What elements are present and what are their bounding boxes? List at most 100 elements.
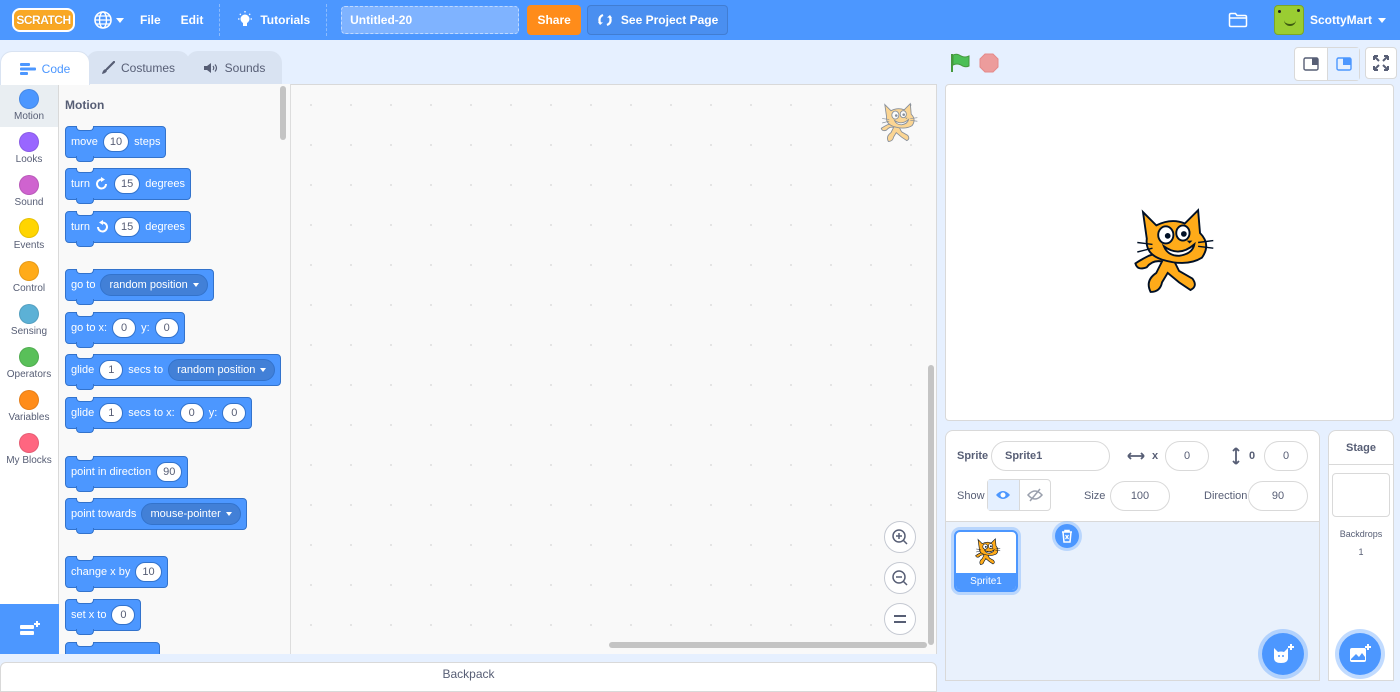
folder-icon[interactable] (1228, 12, 1248, 28)
category-motion[interactable]: Motion (0, 84, 58, 127)
language-menu[interactable] (87, 0, 130, 40)
tutorials-button[interactable]: Tutorials (226, 0, 320, 40)
block-change-x-by[interactable]: change x by 10 (65, 556, 168, 592)
sprite-info-panel: Sprite Sprite1 x 0 0 0 Show Size 100 Dir… (945, 430, 1320, 522)
backpack[interactable]: Backpack (0, 662, 937, 692)
category-sound[interactable]: Sound (0, 170, 58, 213)
tab-sounds[interactable]: Sounds (186, 51, 282, 84)
backdrops-label: Backdrops (1339, 529, 1383, 539)
hide-sprite-button[interactable] (1018, 480, 1050, 510)
stage-panel-title: Stage (1329, 431, 1393, 465)
stage-canvas[interactable] (945, 84, 1394, 421)
block-text: change x by (71, 566, 131, 578)
project-title-input[interactable]: Untitled-20 (341, 6, 520, 34)
green-flag-icon[interactable] (949, 52, 971, 74)
block-point-towards[interactable]: point towards mouse-pointer (65, 498, 247, 534)
menu-divider (219, 4, 221, 36)
username-menu[interactable]: ScottyMart (1304, 0, 1378, 40)
sprite-cat-on-stage[interactable] (1124, 203, 1219, 301)
category-events[interactable]: Events (0, 213, 58, 256)
tab-code-label: Code (41, 61, 71, 76)
category-sensing[interactable]: Sensing (0, 299, 58, 342)
remix-arrows-icon (597, 13, 612, 27)
size-input[interactable]: 100 (1110, 481, 1170, 511)
add-backdrop-icon (1350, 644, 1371, 662)
dropdown-value: mouse-pointer (150, 508, 221, 520)
category-label: Motion (13, 111, 44, 122)
category-operators[interactable]: Operators (0, 342, 58, 385)
fullscreen-button[interactable] (1365, 47, 1397, 79)
block-dropdown[interactable]: random position (168, 359, 276, 381)
category-dot-events (19, 218, 39, 238)
block-palette: Motion move 10 steps turn 15 degrees tur… (59, 84, 291, 654)
sprite-tile[interactable]: Sprite1 (954, 530, 1018, 592)
stop-icon[interactable] (979, 53, 999, 73)
block-move-steps[interactable]: move 10 steps (65, 126, 167, 162)
block-glide-to[interactable]: glide 1 secs to random position (65, 354, 282, 390)
palette-scrollbar[interactable] (280, 86, 286, 140)
rotate-clockwise-icon (96, 177, 107, 190)
block-partial[interactable] (65, 642, 160, 654)
direction-input[interactable]: 90 (1248, 481, 1308, 511)
code-workspace[interactable] (291, 84, 937, 654)
block-input[interactable]: 1 (99, 403, 124, 423)
block-input[interactable]: 90 (156, 462, 183, 482)
block-input[interactable]: 0 (112, 318, 137, 338)
block-input[interactable]: 15 (113, 174, 141, 194)
stage-thumbnail[interactable] (1332, 473, 1390, 517)
block-input[interactable]: 0 (111, 605, 136, 625)
scratch-logo[interactable]: SCRATCH (12, 8, 75, 32)
category-variables[interactable]: Variables (0, 385, 58, 428)
category-label: Operators (6, 369, 52, 380)
block-input[interactable]: 1 (99, 360, 124, 380)
edit-menu[interactable]: Edit (171, 0, 214, 40)
category-my-blocks[interactable]: My Blocks (0, 428, 58, 471)
block-turn-left[interactable]: turn 15 degrees (65, 211, 191, 247)
category-label: Events (13, 240, 45, 251)
sprite-thumbnail (972, 536, 1002, 568)
category-label: My Blocks (6, 455, 52, 466)
dropdown-value: random position (109, 279, 188, 291)
sprite-name-input[interactable]: Sprite1 (991, 441, 1110, 471)
block-dropdown[interactable]: mouse-pointer (141, 503, 241, 525)
block-input[interactable]: 0 (154, 318, 179, 338)
see-project-page-button[interactable]: See Project Page (587, 5, 729, 35)
category-control[interactable]: Control (0, 256, 58, 299)
workspace-scrollbar-horizontal[interactable] (609, 642, 927, 648)
block-turn-right[interactable]: turn 15 degrees (65, 168, 191, 204)
choose-sprite-button[interactable] (1262, 633, 1304, 675)
x-position-input[interactable]: 0 (1165, 441, 1209, 471)
choose-backdrop-button[interactable] (1339, 633, 1381, 675)
category-dot-sound (19, 175, 39, 195)
block-input[interactable]: 0 (222, 403, 247, 423)
block-go-to[interactable]: go to random position (65, 269, 214, 305)
block-dropdown[interactable]: random position (100, 274, 208, 296)
eye-icon (996, 491, 1011, 499)
small-stage-button[interactable] (1295, 48, 1327, 80)
block-glide-to-xy[interactable]: glide 1 secs to x: 0 y: 0 (65, 397, 253, 433)
block-input[interactable]: 10 (102, 132, 130, 152)
block-set-x-to[interactable]: set x to 0 (65, 599, 142, 635)
avatar[interactable] (1273, 5, 1304, 35)
block-text: degrees (145, 221, 185, 233)
category-looks[interactable]: Looks (0, 127, 58, 170)
add-extension-button[interactable] (0, 604, 59, 654)
workspace-scrollbar-vertical[interactable] (928, 365, 934, 645)
tab-code[interactable]: Code (0, 51, 90, 85)
block-input[interactable]: 15 (113, 217, 141, 237)
block-point-in-direction[interactable]: point in direction 90 (65, 456, 189, 492)
delete-sprite-button[interactable] (1055, 524, 1079, 548)
tab-costumes[interactable]: Costumes (86, 51, 190, 84)
block-text: y: (141, 322, 150, 334)
show-sprite-button[interactable] (988, 480, 1019, 510)
normal-stage-button[interactable] (1327, 48, 1359, 80)
zoom-out-button[interactable] (884, 562, 916, 594)
block-input[interactable]: 10 (135, 562, 162, 582)
share-button[interactable]: Share (527, 5, 582, 35)
block-go-to-xy[interactable]: go to x: 0 y: 0 (65, 312, 185, 348)
y-position-input[interactable]: 0 (1264, 441, 1308, 471)
zoom-in-button[interactable] (884, 521, 916, 553)
block-input[interactable]: 0 (179, 403, 204, 423)
file-menu[interactable]: File (130, 0, 171, 40)
zoom-reset-button[interactable] (884, 603, 916, 635)
